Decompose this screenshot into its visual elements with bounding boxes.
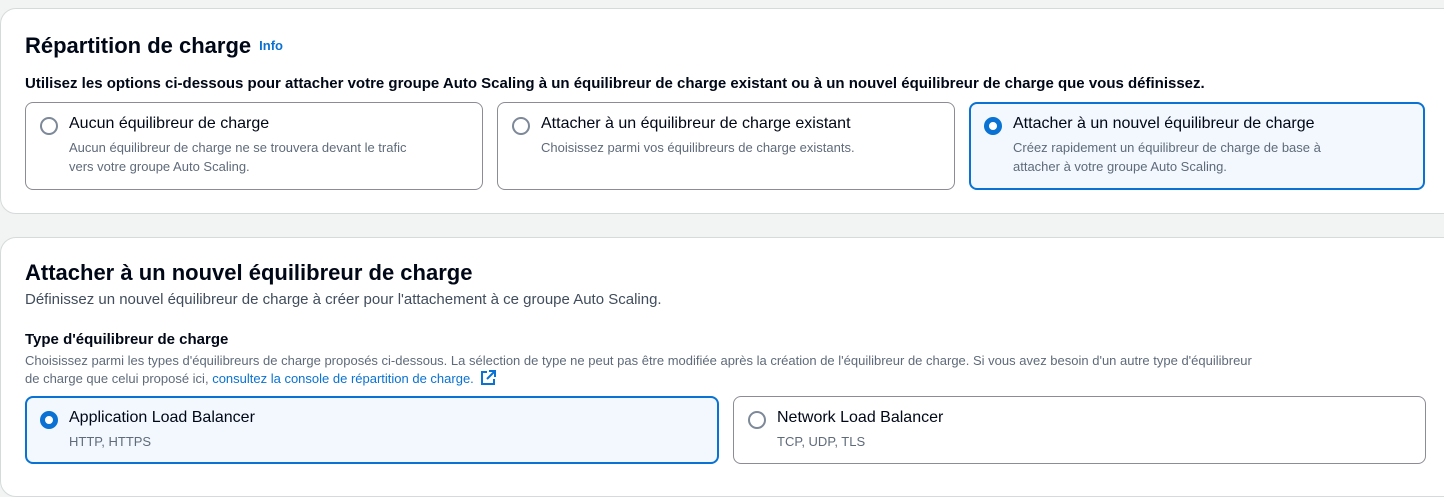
console-link[interactable]: consultez la console de répartition de c… (212, 371, 474, 386)
option-network-load-balancer[interactable]: Network Load Balancer TCP, UDP, TLS (733, 396, 1426, 464)
option-new-load-balancer[interactable]: Attacher à un nouvel équilibreur de char… (969, 102, 1425, 190)
external-link-icon[interactable] (480, 370, 496, 391)
section-title: Répartition de charge Info (25, 33, 283, 59)
option-title: Aucun équilibreur de charge (69, 115, 270, 132)
radio-network-load-balancer[interactable] (748, 411, 766, 429)
radio-new-load-balancer[interactable] (984, 117, 1002, 135)
option-description-line: vers votre groupe Auto Scaling. (69, 159, 250, 174)
type-help-line: de charge que celui proposé ici, consult… (25, 370, 1435, 391)
option-title: Attacher à un équilibreur de charge exis… (541, 115, 851, 132)
type-help-text-part: de charge que celui proposé ici, (25, 371, 213, 386)
type-label: Type d'équilibreur de charge (25, 331, 229, 348)
option-description: Choisissez parmi vos équilibreurs de cha… (541, 138, 941, 157)
radio-application-load-balancer[interactable] (40, 411, 58, 429)
option-description-line: attacher à votre groupe Auto Scaling. (1013, 159, 1227, 174)
option-description: TCP, UDP, TLS (777, 434, 866, 449)
info-link[interactable]: Info (259, 38, 283, 53)
option-description: Créez rapidement un équilibreur de charg… (1013, 138, 1413, 176)
option-description-line: Créez rapidement un équilibreur de charg… (1013, 140, 1321, 155)
section-description: Utilisez les options ci-dessous pour att… (25, 75, 1205, 92)
option-application-load-balancer[interactable]: Application Load Balancer HTTP, HTTPS (25, 396, 719, 464)
radio-existing-load-balancer[interactable] (512, 117, 530, 135)
new-load-balancer-panel: Attacher à un nouvel équilibreur de char… (0, 237, 1444, 497)
type-help-line: Choisissez parmi les types d'équilibreur… (25, 353, 1252, 368)
section-description: Définissez un nouvel équilibreur de char… (25, 291, 662, 308)
section-title: Attacher à un nouvel équilibreur de char… (25, 260, 473, 285)
option-existing-load-balancer[interactable]: Attacher à un équilibreur de charge exis… (497, 102, 955, 190)
load-balancing-panel: Répartition de charge Info Utilisez les o… (0, 8, 1444, 214)
section-title-text: Répartition de charge (25, 33, 252, 58)
option-title: Attacher à un nouvel équilibreur de char… (1013, 115, 1315, 132)
option-title: Application Load Balancer (69, 409, 255, 426)
option-description-line: Aucun équilibreur de charge ne se trouve… (69, 140, 407, 155)
radio-no-load-balancer[interactable] (40, 117, 58, 135)
option-description: HTTP, HTTPS (69, 434, 152, 449)
option-title: Network Load Balancer (777, 409, 944, 426)
option-description-line: Choisissez parmi vos équilibreurs de cha… (541, 140, 855, 155)
type-help-text: Choisissez parmi les types d'équilibreur… (25, 352, 1435, 391)
option-description: Aucun équilibreur de charge ne se trouve… (69, 138, 469, 176)
option-no-load-balancer[interactable]: Aucun équilibreur de charge Aucun équili… (25, 102, 483, 190)
